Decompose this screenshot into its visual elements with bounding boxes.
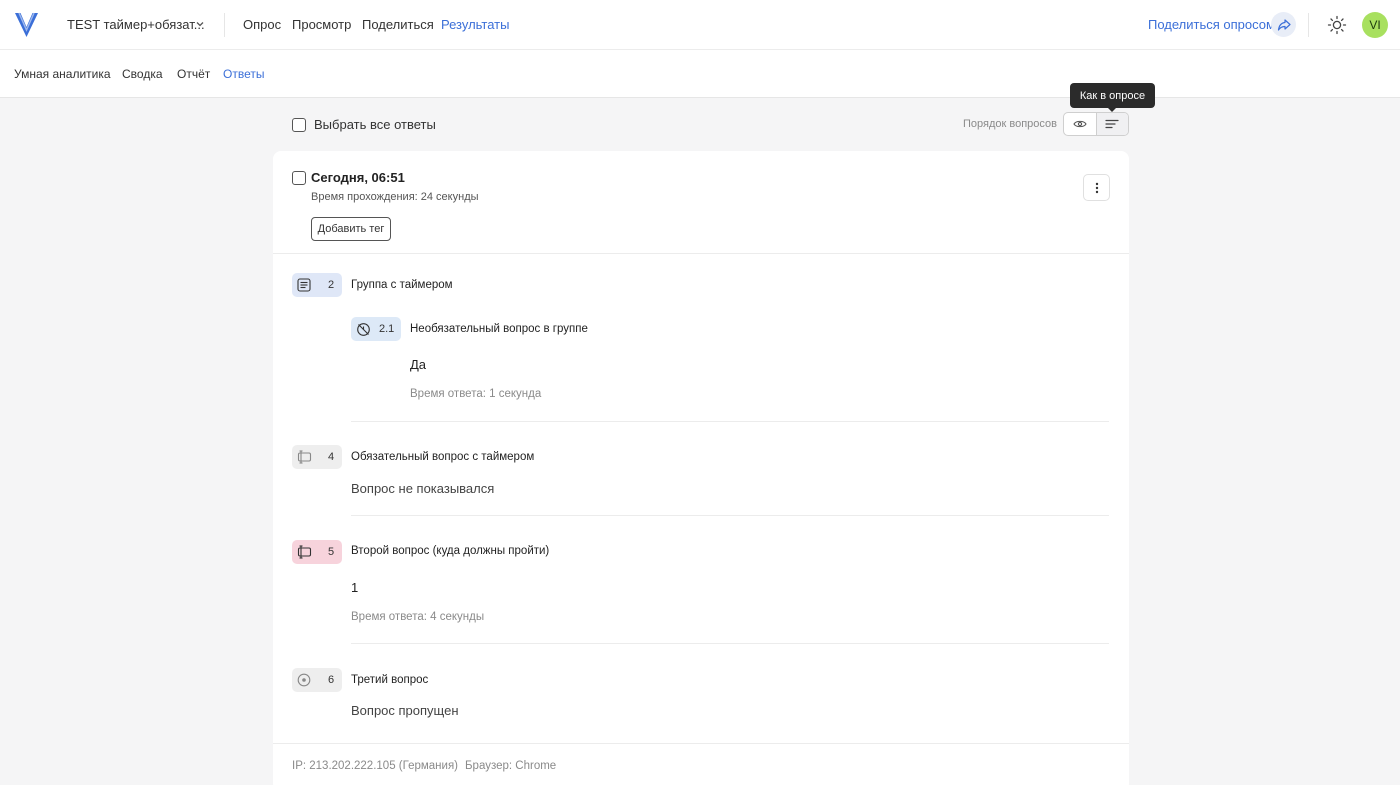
question-number-badge: 6 [292,668,342,692]
tooltip: Как в опросе [1070,83,1155,108]
share-button[interactable] [1271,12,1296,37]
tab-smart-analytics[interactable]: Умная аналитика [14,67,111,81]
answer-text: Вопрос пропущен [351,703,459,718]
share-arrow-icon [1277,18,1291,31]
question-order-label: Порядок вопросов [963,118,1057,130]
divider [224,13,225,37]
select-all-checkbox[interactable] [292,118,306,132]
divider [273,743,1129,744]
question-number: 6 [328,674,335,686]
question-title: Необязательный вопрос в группе [410,323,588,335]
nav-results[interactable]: Результаты [441,17,509,32]
divider [1308,13,1309,37]
radio-icon [297,673,311,687]
tab-responses[interactable]: Ответы [223,67,264,81]
select-all-label[interactable]: Выбрать все ответы [314,117,436,132]
avatar[interactable]: VI [1362,12,1388,38]
text-cursor-icon [297,450,312,464]
question-title: Второй вопрос (куда должны пройти) [351,545,550,557]
question-number: 2.1 [379,323,395,335]
divider [351,421,1109,422]
response-checkbox[interactable] [292,171,306,185]
share-survey-link[interactable]: Поделиться опросом [1148,17,1275,32]
more-vertical-icon [1095,182,1098,193]
text-cursor-icon [297,545,312,559]
answer-text: Вопрос не показывался [351,481,495,496]
answer-text: 1 [351,580,359,595]
more-options-button[interactable] [1083,174,1110,201]
list-icon [297,278,311,292]
question-number: 4 [328,451,335,463]
browser-info: Браузер: Chrome [465,760,557,772]
order-as-in-survey-button[interactable] [1095,113,1128,135]
question-number-badge: 2.1 [351,317,401,341]
response-date: Сегодня, 06:51 [311,170,405,185]
question-number-badge: 2 [292,273,342,297]
answer-time: Время ответа: 1 секунда [410,388,542,400]
answer-text: Да [410,357,427,372]
divider [351,643,1109,644]
question-number: 2 [328,279,335,291]
chevron-down-icon[interactable] [195,19,205,29]
no-timer-icon [356,322,370,336]
ip-info: IP: 213.202.222.105 (Германия) [292,760,458,772]
answer-time: Время ответа: 4 секунды [351,611,485,623]
nav-share[interactable]: Поделиться [362,17,434,32]
question-title: Третий вопрос [351,674,429,686]
question-number-badge: 5 [292,540,342,564]
tab-report[interactable]: Отчёт [177,67,210,81]
survey-title[interactable]: TEST таймер+обязат... [67,17,205,32]
order-by-view-button[interactable] [1064,113,1096,135]
eye-icon [1073,120,1087,128]
question-title: Группа с таймером [351,279,453,291]
tab-summary[interactable]: Сводка [122,67,163,81]
theme-toggle-icon[interactable] [1327,15,1347,35]
divider [351,515,1109,516]
nav-preview[interactable]: Просмотр [292,17,351,32]
divider [273,253,1129,254]
question-number-badge: 4 [292,445,342,469]
question-number: 5 [328,546,335,558]
tooltip-arrow [1107,107,1117,112]
app-logo-icon[interactable] [14,11,39,38]
top-bar: TEST таймер+обязат... Опрос Просмотр Под… [0,0,1400,50]
question-order-toggle [1063,112,1129,136]
nav-survey[interactable]: Опрос [243,17,281,32]
add-tag-button[interactable]: Добавить тег [311,217,391,241]
question-title: Обязательный вопрос с таймером [351,451,535,463]
response-card [273,151,1129,785]
results-subnav: Умная аналитика Сводка Отчёт Ответы [0,50,1400,98]
lines-icon [1105,119,1120,129]
response-duration: Время прохождения: 24 секунды [311,191,479,203]
